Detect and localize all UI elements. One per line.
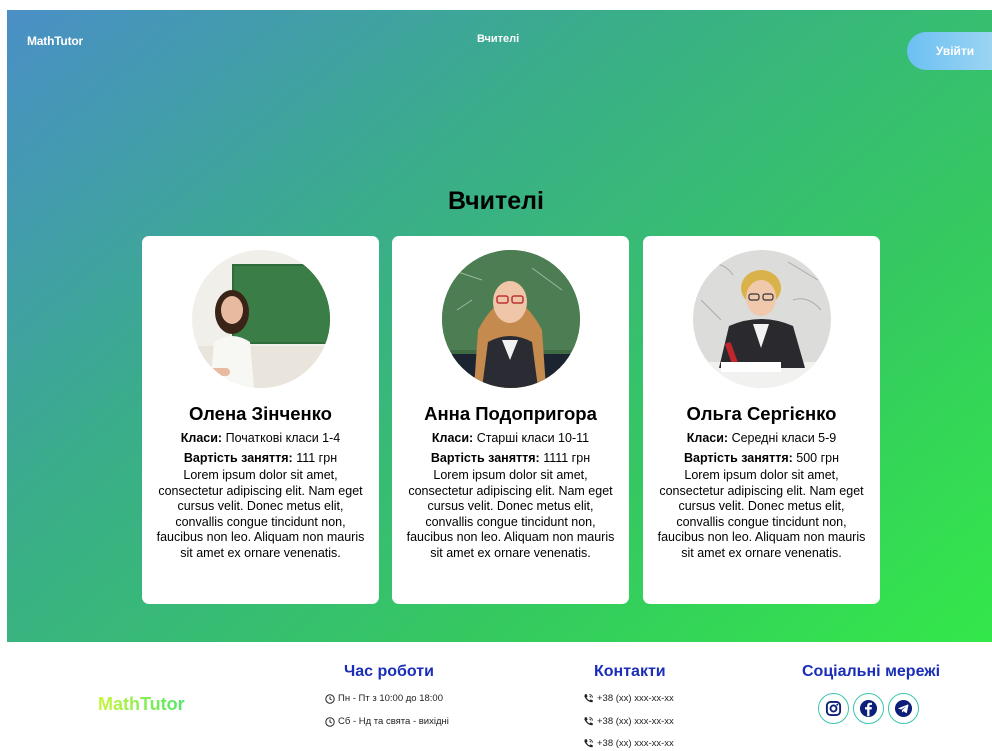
contacts-title: Контакти (594, 663, 666, 680)
teacher-price: Вартість заняття: 111 грн (183, 451, 338, 465)
teacher-price: Вартість заняття: 500 грн (683, 451, 840, 465)
teacher-photo (441, 250, 580, 388)
phone-icon (584, 693, 594, 703)
teacher-name: Олена Зінченко (189, 403, 332, 424)
teacher-name: Анна Подопригора (424, 403, 597, 424)
teacher-description: Lorem ipsum dolor sit amet, consectetur … (156, 468, 365, 560)
instagram-icon (825, 700, 842, 717)
telegram-button[interactable] (888, 693, 919, 724)
teacher-photo (191, 250, 330, 388)
teacher-classes: Класи: Старші класи 10-11 (431, 431, 590, 445)
nav-logo[interactable]: MathTutor (27, 34, 83, 48)
teacher-classes: Класи: Середні класи 5-9 (686, 431, 837, 445)
hours-row: Сб - Нд та свята - вихідні (325, 716, 449, 727)
footer: MathTutor Час роботи Пн - Пт з 10:00 до … (0, 642, 992, 751)
facebook-button[interactable] (853, 693, 884, 724)
teacher-description: Lorem ipsum dolor sit amet, consectetur … (406, 468, 615, 560)
page-title: Вчителі (448, 187, 544, 215)
phone-icon (584, 738, 594, 748)
hours-title: Час роботи (344, 663, 434, 680)
phone-row[interactable]: +38 (xx) xxx-xx-xx (583, 693, 674, 704)
instagram-button[interactable] (818, 693, 849, 724)
teacher-card: Ольга Сергієнко Класи: Середні класи 5-9… (643, 236, 880, 604)
social-links (818, 693, 919, 724)
phone-row[interactable]: +38 (xx) xxx-xx-xx (583, 738, 674, 749)
phone-icon (584, 716, 594, 726)
login-button[interactable]: Увійти (907, 32, 992, 70)
teacher-card: Олена Зінченко Класи: Початкові класи 1-… (142, 236, 379, 604)
facebook-icon (859, 699, 878, 718)
teacher-photo (692, 250, 831, 388)
social-title: Соціальні мережі (802, 663, 941, 680)
clock-icon (325, 693, 335, 704)
phone-row[interactable]: +38 (xx) xxx-xx-xx (583, 716, 674, 727)
clock-icon (325, 716, 335, 727)
footer-logo[interactable]: MathTutor (98, 694, 185, 715)
teacher-price: Вартість заняття: 1111 грн (430, 451, 591, 465)
teacher-description: Lorem ipsum dolor sit amet, consectetur … (657, 468, 866, 560)
teacher-card: Анна Подопригора Класи: Старші класи 10-… (392, 236, 629, 604)
hours-row: Пн - Пт з 10:00 до 18:00 (325, 693, 443, 704)
teacher-classes: Класи: Початкові класи 1-4 (180, 431, 341, 445)
telegram-icon (894, 699, 913, 718)
teacher-name: Ольга Сергієнко (686, 403, 837, 424)
nav-link-teachers[interactable]: Вчителі (477, 33, 519, 45)
